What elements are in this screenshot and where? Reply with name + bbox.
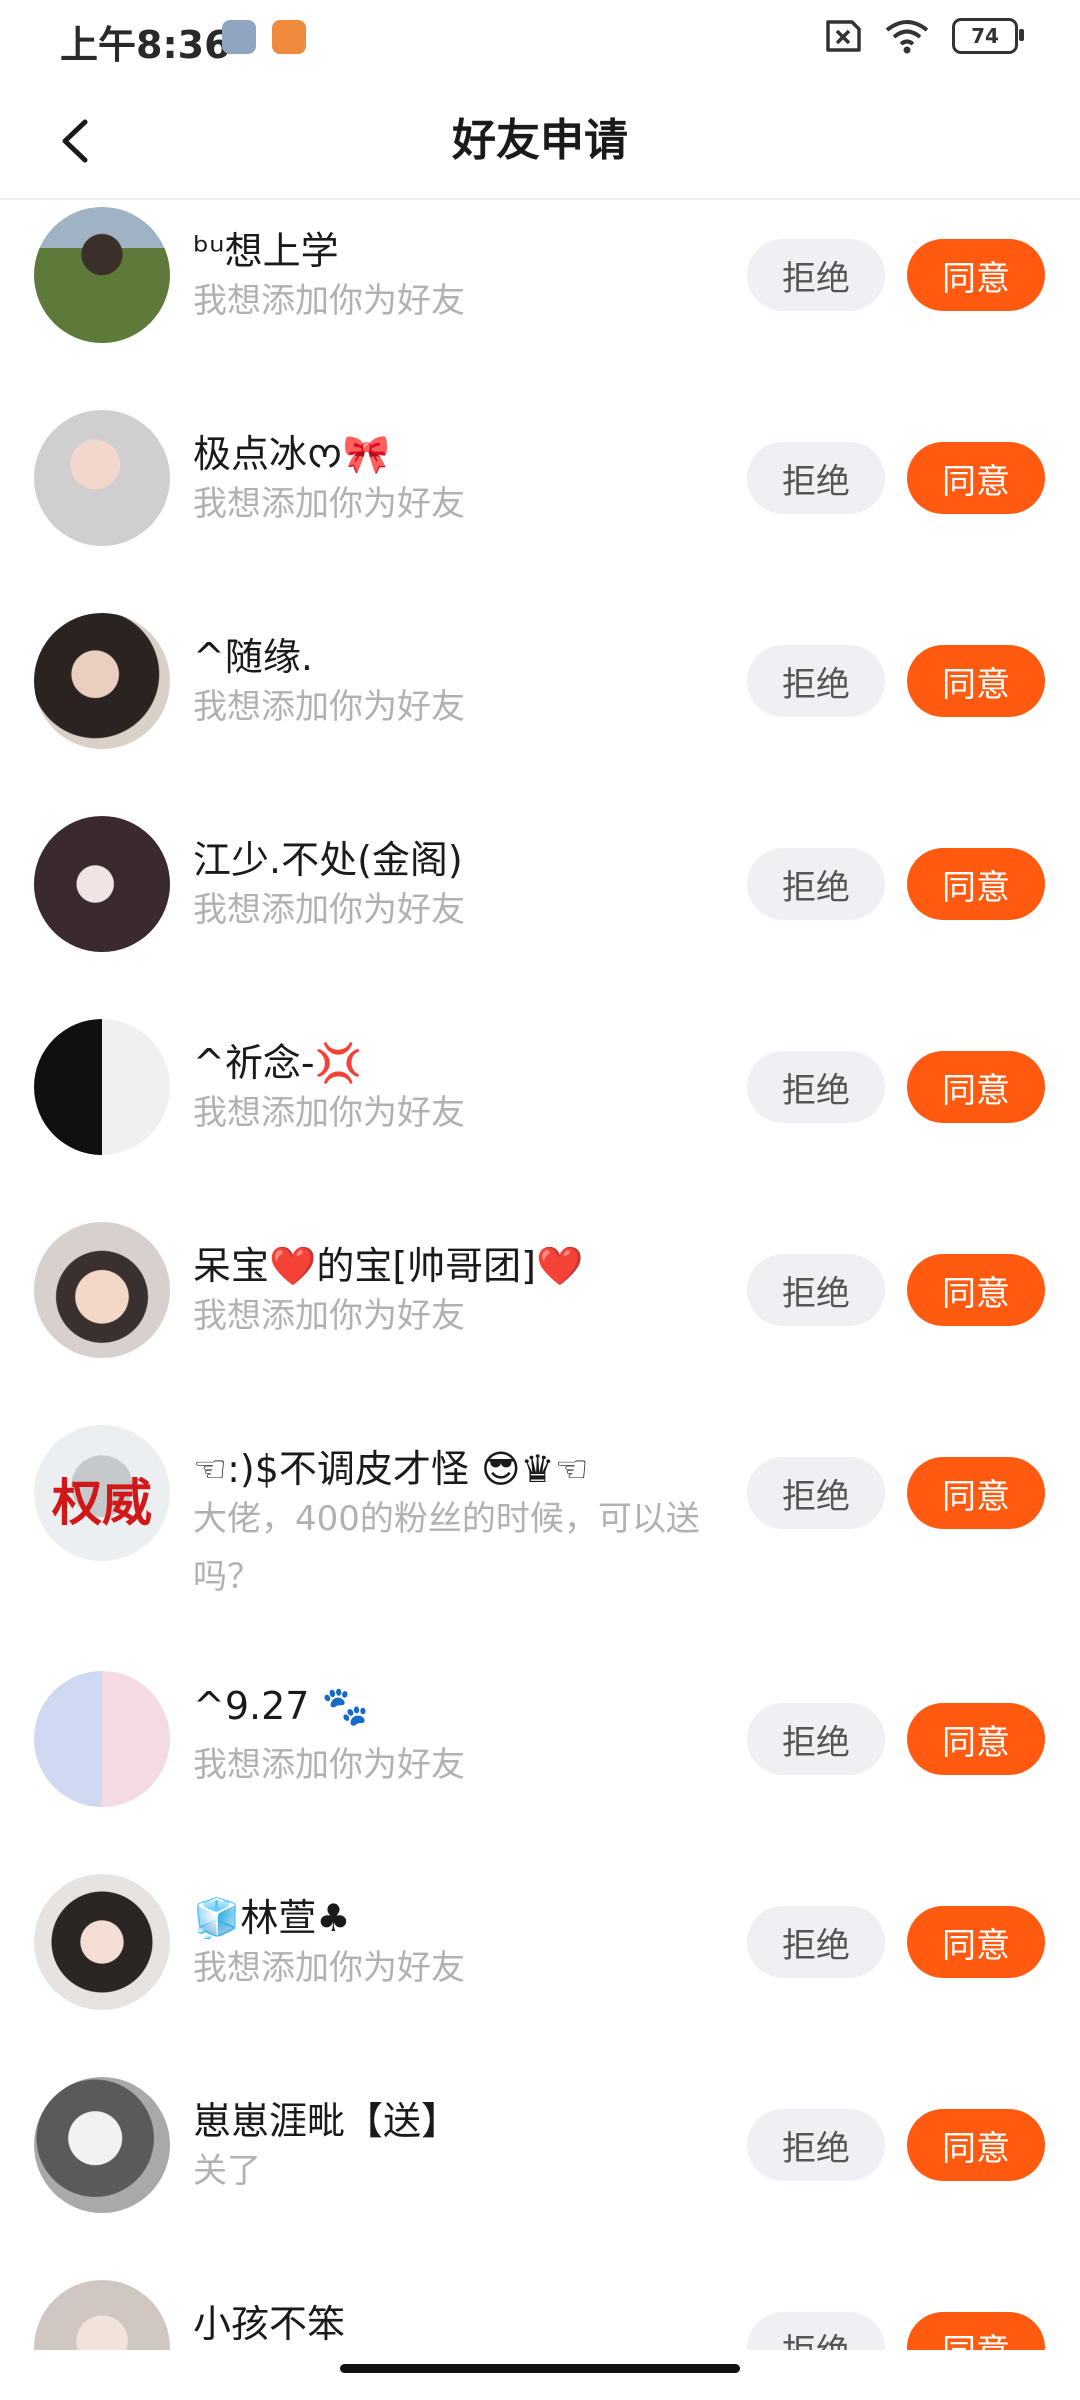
request-row: 极点冰ᰔ🎀 我想添加你为好友 拒绝 同意 <box>0 403 1080 606</box>
avatar[interactable] <box>34 1671 170 1807</box>
avatar[interactable] <box>34 613 170 749</box>
reject-button[interactable]: 拒绝 <box>747 2312 885 2350</box>
request-row: ^祈念-💢 我想添加你为好友 拒绝 同意 <box>0 1012 1080 1215</box>
accept-button[interactable]: 同意 <box>907 1457 1045 1529</box>
request-name: 呆宝❤️的宝[帅哥团]❤️ <box>193 1244 584 1288</box>
nav-bar: 好友申请 <box>0 80 1080 200</box>
avatar[interactable]: 权威 <box>34 1425 170 1561</box>
avatar-logo-text: 权威 <box>52 1473 152 1532</box>
request-row: 权威 ☜:)$不调皮才怪 😎♛☜ 大佬，400的粉丝的时候，可以送吗？ 拒绝 同… <box>0 1418 1080 1664</box>
request-name: ^祈念-💢 <box>193 1041 362 1085</box>
page-title: 好友申请 <box>452 115 628 166</box>
request-name: 小孩不笨 <box>193 2302 346 2346</box>
request-row: 🧊林萱♣ 我想添加你为好友 拒绝 同意 <box>0 1867 1080 2070</box>
reject-button[interactable]: 拒绝 <box>747 1703 885 1775</box>
accept-button[interactable]: 同意 <box>907 848 1045 920</box>
request-name: ᵇᵘ想上学 <box>193 229 339 273</box>
reject-button[interactable]: 拒绝 <box>747 1457 885 1529</box>
reject-button[interactable]: 拒绝 <box>747 1254 885 1326</box>
accept-button[interactable]: 同意 <box>907 2312 1045 2350</box>
avatar[interactable] <box>34 1874 170 2010</box>
reject-button[interactable]: 拒绝 <box>747 1051 885 1123</box>
request-row: 小孩不笨 拒绝 同意 <box>0 2273 1080 2350</box>
request-row: 江少.不处(金阁) 我想添加你为好友 拒绝 同意 <box>0 809 1080 1012</box>
request-row: ^9.27 🐾 我想添加你为好友 拒绝 同意 <box>0 1664 1080 1867</box>
status-time: 上午8:36 <box>60 23 231 67</box>
accept-button[interactable]: 同意 <box>907 2109 1045 2181</box>
avatar[interactable] <box>34 816 170 952</box>
request-message: 大佬，400的粉丝的时候，可以送吗？ <box>193 1499 700 1597</box>
request-message: 我想添加你为好友 <box>193 1948 465 1988</box>
request-row: ^随缘. 我想添加你为好友 拒绝 同意 <box>0 606 1080 809</box>
accept-button[interactable]: 同意 <box>907 1703 1045 1775</box>
request-name: 崽崽涯毗【送】 <box>193 2099 460 2143</box>
reject-button[interactable]: 拒绝 <box>747 239 885 311</box>
avatar[interactable] <box>34 207 170 343</box>
avatar[interactable] <box>34 1222 170 1358</box>
battery-level: 74 <box>971 24 999 48</box>
accept-button[interactable]: 同意 <box>907 239 1045 311</box>
request-message: 我想添加你为好友 <box>193 1296 465 1336</box>
no-sim-icon <box>826 20 861 52</box>
accept-button[interactable]: 同意 <box>907 1051 1045 1123</box>
request-message: 我想添加你为好友 <box>193 890 465 930</box>
battery-icon: 74 <box>952 18 1024 54</box>
avatar[interactable] <box>34 2280 170 2350</box>
wifi-icon <box>885 20 929 54</box>
request-name: 🧊林萱♣ <box>193 1896 351 1940</box>
request-row: ᵇᵘ想上学 我想添加你为好友 拒绝 同意 <box>0 200 1080 403</box>
request-message: 我想添加你为好友 <box>193 1745 465 1785</box>
request-message: 我想添加你为好友 <box>193 281 465 321</box>
avatar[interactable] <box>34 2077 170 2213</box>
request-row: 呆宝❤️的宝[帅哥团]❤️ 我想添加你为好友 拒绝 同意 <box>0 1215 1080 1418</box>
accept-button[interactable]: 同意 <box>907 645 1045 717</box>
avatar[interactable] <box>34 1019 170 1155</box>
reject-button[interactable]: 拒绝 <box>747 1906 885 1978</box>
request-name: ^9.27 🐾 <box>193 1684 369 1728</box>
request-message: 我想添加你为好友 <box>193 687 465 727</box>
request-row: 崽崽涯毗【送】 关了 拒绝 同意 <box>0 2070 1080 2273</box>
avatar[interactable] <box>34 410 170 546</box>
status-bar: 上午8:36 74 <box>0 0 1080 80</box>
reject-button[interactable]: 拒绝 <box>747 848 885 920</box>
accept-button[interactable]: 同意 <box>907 1906 1045 1978</box>
friend-request-list[interactable]: ᵇᵘ想上学 我想添加你为好友 拒绝 同意 极点冰ᰔ🎀 我想添加你为好友 拒绝 同… <box>0 200 1080 2350</box>
status-icons: 74 <box>820 18 1024 54</box>
accept-button[interactable]: 同意 <box>907 1254 1045 1326</box>
reject-button[interactable]: 拒绝 <box>747 645 885 717</box>
shop-notification-icon <box>272 20 306 54</box>
accept-button[interactable]: 同意 <box>907 442 1045 514</box>
request-name: 江少.不处(金阁) <box>193 838 463 882</box>
request-name: ^随缘. <box>193 635 313 679</box>
request-message: 我想添加你为好友 <box>193 484 465 524</box>
request-message: 关了 <box>193 2151 261 2191</box>
reject-button[interactable]: 拒绝 <box>747 442 885 514</box>
reject-button[interactable]: 拒绝 <box>747 2109 885 2181</box>
request-message: 我想添加你为好友 <box>193 1093 465 1133</box>
app-notification-icon <box>222 20 256 54</box>
request-name: ☜:)$不调皮才怪 😎♛☜ <box>193 1447 589 1491</box>
home-indicator[interactable] <box>340 2364 740 2373</box>
